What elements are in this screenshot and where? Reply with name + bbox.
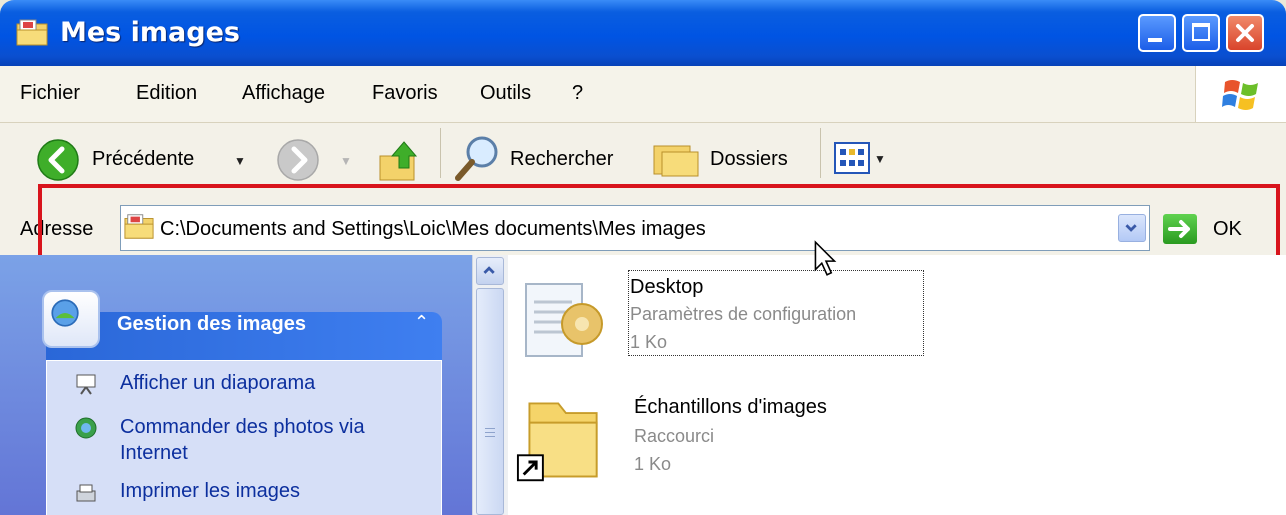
panel-title: Gestion des images [117,313,306,335]
folder-pictures-icon [16,19,48,46]
search-label: Rechercher [510,148,614,170]
menu-affichage[interactable]: Affichage [242,82,325,105]
task-order-photos[interactable]: Commander des photos via [120,416,365,439]
forward-arrow-icon [277,139,319,181]
back-button[interactable]: Précédente ▼ [36,138,256,182]
title-bar[interactable]: Mes images [0,0,1286,66]
folders-icon [653,145,699,177]
toolbar-separator [820,128,821,178]
scroll-grip [485,436,495,437]
toolbar-separator [440,128,441,178]
minimize-button[interactable] [1138,14,1176,52]
close-button[interactable] [1226,14,1264,52]
task-print-images[interactable]: Imprimer les images [120,480,300,503]
views-dropdown-icon: ▼ [874,152,886,166]
collapse-icon[interactable]: ⌃ [414,312,429,333]
scroll-grip [485,432,495,433]
task-order-photos-line2[interactable]: Internet [120,442,188,465]
up-folder-icon[interactable] [378,136,422,184]
menu-edition[interactable]: Edition [136,82,197,105]
views-grid-icon [834,142,870,174]
forward-button[interactable]: ▼ [276,138,356,182]
picture-tasks-icon [42,290,100,348]
chevron-up-icon [483,266,495,274]
views-button[interactable]: ▼ [834,142,904,178]
menu-fichier[interactable]: Fichier [20,82,80,105]
back-label: Précédente [92,148,195,170]
scroll-thumb[interactable] [476,288,504,515]
scroll-up-button[interactable] [476,257,504,285]
window-title: Mes images [60,17,240,48]
printer-icon [76,484,96,502]
explorer-window: Mes images Fichier Edition Affichage Fav… [0,0,1286,515]
back-dropdown-icon[interactable]: ▼ [234,154,246,168]
mouse-cursor-icon [814,240,837,276]
search-icon [455,136,498,181]
selection-focus-rect [628,270,924,356]
config-file-icon [525,283,603,357]
forward-dropdown-icon: ▼ [340,154,352,168]
folders-button[interactable]: Dossiers [652,138,802,182]
menu-help[interactable]: ? [572,82,583,105]
file-size: 1 Ko [634,454,672,474]
file-type: Raccourci [634,426,715,446]
close-icon [1236,24,1254,42]
menu-favoris[interactable]: Favoris [372,82,438,105]
windows-flag-icon [1222,80,1258,110]
slideshow-icon [76,374,96,395]
folders-label: Dossiers [710,148,788,170]
search-button[interactable]: Rechercher [452,134,632,182]
maximize-button[interactable] [1182,14,1220,52]
back-arrow-icon [37,139,79,181]
globe-icon [75,417,97,439]
file-name: Échantillons d'images [634,396,827,418]
scroll-grip [485,428,495,429]
menu-outils[interactable]: Outils [480,82,531,105]
task-slideshow[interactable]: Afficher un diaporama [120,372,315,395]
menu-bar: Fichier Edition Affichage Favoris Outils… [0,66,1286,123]
folder-shortcut-icon [516,402,598,482]
windows-logo-area [1195,66,1286,122]
list-item[interactable]: Échantillons d'images Raccourci 1 Ko [516,388,936,488]
